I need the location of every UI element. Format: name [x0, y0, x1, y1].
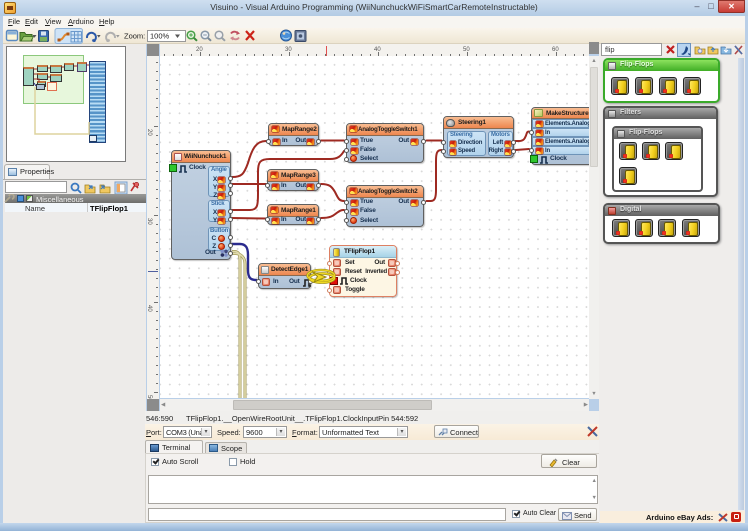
svg-text:50: 50 [463, 47, 470, 53]
svg-text:Zoom:: Zoom: [124, 32, 145, 41]
svg-text:20: 20 [147, 129, 152, 136]
svg-text:30: 30 [147, 218, 152, 225]
svg-text:40: 40 [374, 47, 381, 53]
svg-text:40: 40 [147, 305, 152, 312]
svg-text:30: 30 [285, 47, 292, 53]
svg-text:100%: 100% [150, 32, 170, 41]
svg-text:20: 20 [196, 47, 203, 53]
svg-text:60: 60 [552, 47, 559, 53]
